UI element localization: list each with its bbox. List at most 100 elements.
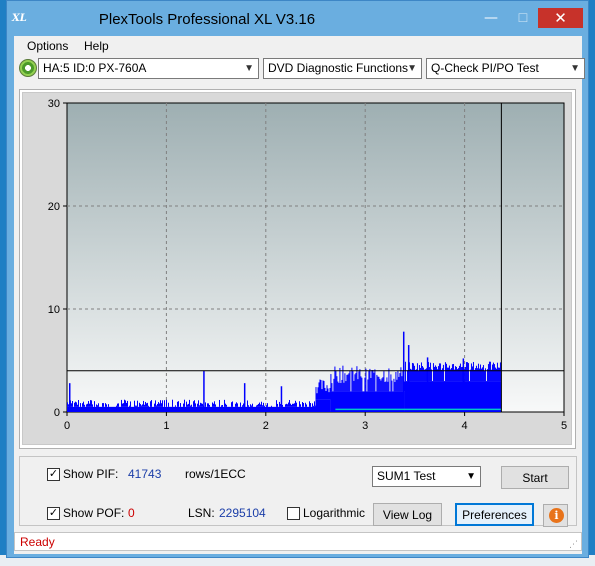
pi-bar bbox=[127, 400, 128, 407]
title-bar[interactable]: XL PlexTools Professional XL V3.16 — ☐ ✕ bbox=[7, 1, 588, 36]
pi-bar bbox=[208, 403, 209, 407]
pi-bar bbox=[393, 378, 395, 392]
test-select[interactable]: Q-Check PI/PO Test ▼ bbox=[426, 58, 585, 79]
start-button[interactable]: Start bbox=[501, 466, 569, 489]
pi-bar bbox=[261, 401, 262, 407]
pi-bar bbox=[398, 376, 400, 392]
pi-bar bbox=[76, 402, 77, 407]
pi-bar bbox=[489, 361, 491, 382]
minimize-button[interactable]: — bbox=[477, 8, 505, 28]
pi-bar bbox=[344, 373, 346, 392]
pi-bar bbox=[493, 364, 495, 382]
pi-bar bbox=[484, 368, 486, 382]
pi-bar bbox=[271, 405, 272, 407]
pi-bar bbox=[339, 367, 341, 392]
pi-bar bbox=[305, 402, 306, 407]
pi-bar bbox=[309, 401, 310, 407]
pi-bar bbox=[326, 385, 328, 400]
menu-options[interactable]: Options bbox=[27, 38, 68, 54]
function-select[interactable]: DVD Diagnostic Functions ▼ bbox=[263, 58, 422, 79]
pi-bar bbox=[199, 405, 200, 407]
pi-bar bbox=[260, 404, 261, 407]
chart-panel: 0 1 2 3 4 5 0 10 20 30 bbox=[19, 89, 576, 449]
info-button[interactable]: i bbox=[543, 504, 568, 527]
pi-bar bbox=[105, 403, 106, 407]
pof-value: 0 bbox=[128, 506, 135, 520]
pi-bar bbox=[316, 393, 318, 400]
pi-bar bbox=[123, 403, 124, 407]
pi-bar bbox=[432, 363, 434, 382]
pi-bar bbox=[295, 400, 296, 407]
pi-bar bbox=[447, 367, 449, 382]
info-icon: i bbox=[549, 508, 564, 523]
close-button[interactable]: ✕ bbox=[538, 8, 583, 28]
pi-bar bbox=[195, 403, 196, 407]
pi-bar bbox=[207, 403, 208, 407]
pi-bar bbox=[413, 365, 415, 382]
pi-bar bbox=[213, 403, 214, 407]
pi-bar bbox=[190, 405, 191, 407]
pi-bar bbox=[328, 392, 330, 400]
sum-test-select[interactable]: SUM1 Test ▼ bbox=[372, 466, 481, 487]
show-pof-checkbox[interactable]: ✓ bbox=[47, 507, 60, 520]
pi-bar bbox=[451, 364, 453, 382]
sum-test-value: SUM1 Test bbox=[377, 469, 436, 483]
pi-bar bbox=[135, 405, 136, 407]
pi-bar bbox=[327, 388, 329, 400]
x-tick-label: 1 bbox=[163, 420, 169, 432]
rows-ecc-label: rows/1ECC bbox=[185, 467, 246, 481]
pi-bar bbox=[136, 405, 137, 407]
menu-help[interactable]: Help bbox=[84, 38, 109, 54]
pi-bar bbox=[490, 369, 492, 382]
pi-bar bbox=[380, 380, 382, 392]
preferences-button[interactable]: Preferences bbox=[455, 503, 534, 526]
pi-bar bbox=[156, 405, 157, 407]
pi-bar bbox=[87, 403, 88, 407]
y-tick-label: 30 bbox=[48, 98, 60, 110]
pi-bar bbox=[388, 368, 390, 392]
maximize-button[interactable]: ☐ bbox=[509, 8, 537, 28]
pi-bar bbox=[433, 366, 435, 382]
x-tick-label: 3 bbox=[362, 420, 368, 432]
pi-bar bbox=[236, 402, 237, 407]
pi-peak-bar bbox=[426, 357, 429, 412]
show-pof-label: Show POF: bbox=[63, 506, 125, 520]
pi-bar bbox=[202, 403, 203, 407]
pi-bar bbox=[333, 378, 335, 392]
pi-bar bbox=[464, 366, 466, 382]
view-log-button[interactable]: View Log bbox=[373, 503, 442, 526]
pi-bar bbox=[488, 361, 490, 382]
pi-peak-bar bbox=[203, 370, 205, 412]
pi-bar bbox=[419, 367, 421, 382]
chevron-down-icon: ▼ bbox=[466, 471, 476, 482]
pi-bar bbox=[338, 382, 340, 392]
pi-bar bbox=[240, 402, 241, 407]
pi-bar bbox=[354, 374, 356, 392]
pi-bar bbox=[139, 402, 140, 407]
disc-drive-icon bbox=[19, 59, 37, 77]
logarithmic-checkbox[interactable] bbox=[287, 507, 300, 520]
pi-bar bbox=[422, 367, 424, 382]
pi-bar bbox=[103, 403, 104, 407]
pi-bar bbox=[262, 405, 263, 407]
pi-bar bbox=[183, 403, 184, 407]
pi-bar bbox=[396, 379, 398, 392]
resize-grip-icon[interactable]: ⋰ bbox=[569, 539, 579, 549]
pi-bar bbox=[146, 403, 147, 407]
pi-bar bbox=[231, 402, 232, 407]
pi-bar bbox=[384, 381, 386, 392]
pi-bar bbox=[331, 383, 333, 392]
pi-bar bbox=[342, 365, 344, 392]
pi-bar bbox=[386, 377, 388, 392]
drive-select[interactable]: HA:5 ID:0 PX-760A ▼ bbox=[38, 58, 259, 79]
pi-bar bbox=[492, 362, 494, 382]
chevron-down-icon: ▼ bbox=[407, 63, 417, 74]
pi-bar bbox=[91, 400, 92, 407]
pi-bar bbox=[345, 381, 347, 392]
pi-bar bbox=[191, 404, 192, 407]
pi-bar bbox=[294, 403, 295, 407]
show-pif-checkbox[interactable]: ✓ bbox=[47, 468, 60, 481]
pi-bar bbox=[90, 400, 91, 407]
pi-bar bbox=[482, 365, 484, 382]
pi-bar bbox=[130, 401, 131, 407]
